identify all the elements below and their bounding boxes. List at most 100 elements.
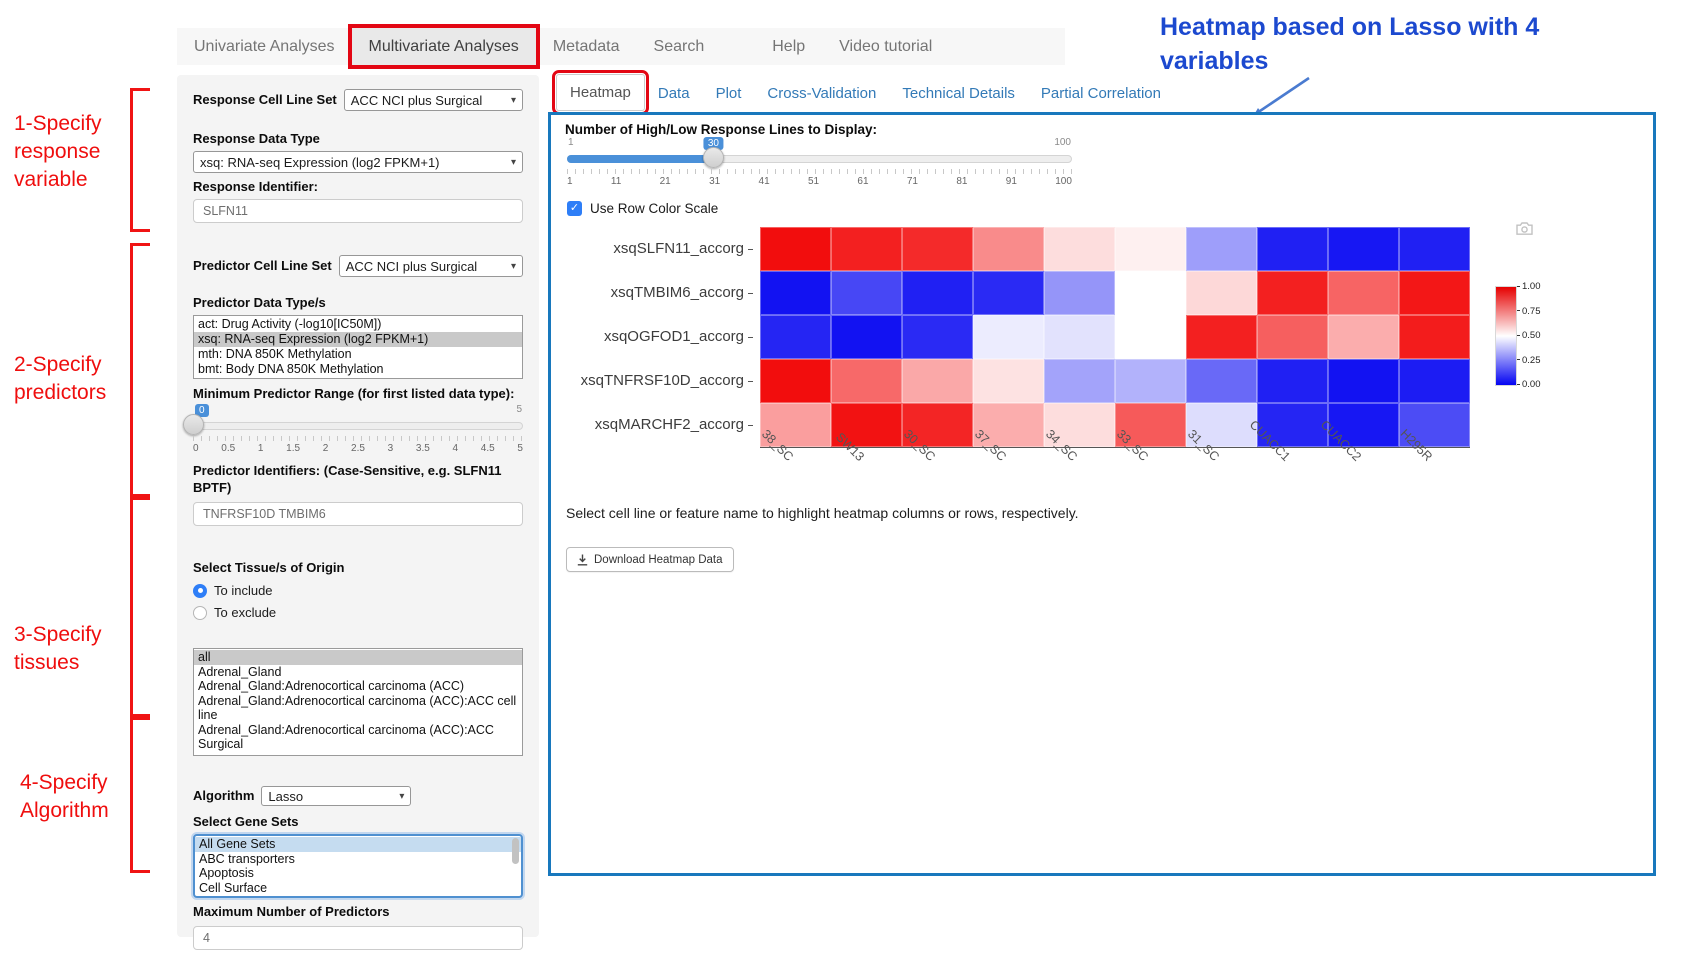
heatmap-row-label[interactable]: xsqMARCHF2_accorg xyxy=(548,416,753,433)
heatmap-cell xyxy=(831,271,902,315)
nav-item-metadata[interactable]: Metadata xyxy=(536,28,637,65)
scrollbar-thumb[interactable] xyxy=(512,838,519,864)
response-cell-line-set-select[interactable]: ACC NCI plus Surgical ▾ xyxy=(344,89,523,111)
predictor-data-type-label: Predictor Data Type/s xyxy=(193,295,523,311)
algorithm-label: Algorithm xyxy=(193,788,254,804)
annotation-heatmap-note: Heatmap based on Lasso with 4 variables xyxy=(1160,10,1620,78)
response-lines-slider[interactable]: 1 100 30 1112131415161718191100 xyxy=(567,139,1072,191)
listbox-option[interactable]: Adrenal_Gland:Adrenocortical carcinoma (… xyxy=(194,679,522,694)
slider-tick-label: 2.5 xyxy=(351,443,365,454)
heatmap-row-label[interactable]: xsqTNFRSF10D_accorg xyxy=(548,372,753,389)
listbox-option[interactable]: Adrenal_Gland:Adrenocortical carcinoma (… xyxy=(194,694,522,723)
heatmap-cell xyxy=(1186,315,1257,359)
slider-tick-label: 11 xyxy=(611,176,621,187)
colorbar-legend xyxy=(1495,286,1517,386)
nav-item-multivariate-analyses[interactable]: Multivariate Analyses xyxy=(352,28,536,65)
chevron-down-icon: ▾ xyxy=(399,791,404,802)
heatmap-cell xyxy=(831,227,902,271)
chevron-down-icon: ▾ xyxy=(511,261,516,272)
tab-cross-validation[interactable]: Cross-Validation xyxy=(754,76,889,111)
heatmap-cell xyxy=(1399,315,1470,359)
step-label-3: 3-Specifytissues xyxy=(14,621,102,677)
heatmap-hint-text: Select cell line or feature name to high… xyxy=(566,505,1079,521)
listbox-option[interactable]: Adrenal_Gland:Adrenocortical carcinoma (… xyxy=(194,723,522,752)
slider-tick-label: 1 xyxy=(567,176,573,187)
heatmap-cell xyxy=(1115,227,1186,271)
radio-unselected-icon[interactable] xyxy=(193,606,207,620)
gene-sets-listbox[interactable]: All Gene SetsABC transportersApoptosisCe… xyxy=(193,834,523,898)
nav-item-search[interactable]: Search xyxy=(637,28,722,65)
control-sidebar: Response Cell Line Set ACC NCI plus Surg… xyxy=(177,75,539,937)
min-predictor-range-slider[interactable]: 5 0 00.511.522.533.544.55 xyxy=(193,406,523,458)
max-predictors-input[interactable]: 4 xyxy=(193,926,523,950)
nav-item-univariate-analyses[interactable]: Univariate Analyses xyxy=(177,28,352,65)
heatmap-cell xyxy=(1399,359,1470,403)
top-navigation: Univariate AnalysesMultivariate Analyses… xyxy=(177,28,1065,65)
listbox-option[interactable]: act: Drug Activity (-log10[IC50M]) xyxy=(194,317,522,332)
app-page: Univariate AnalysesMultivariate Analyses… xyxy=(0,0,1700,956)
listbox-option[interactable]: Cell Surface xyxy=(195,881,521,896)
listbox-option[interactable]: Adrenal_Gland xyxy=(194,665,522,680)
heatmap-grid xyxy=(760,227,1470,447)
listbox-option[interactable]: All Gene Sets xyxy=(195,837,521,852)
select-value: ACC NCI plus Surgical xyxy=(346,259,478,274)
download-button-label: Download Heatmap Data xyxy=(594,554,723,566)
colorbar-tick-label: 1.00 xyxy=(1517,281,1541,292)
tab-partial-correlation[interactable]: Partial Correlation xyxy=(1028,76,1174,111)
heatmap: xsqSLFN11_accorgxsqTMBIM6_accorgxsqOGFOD… xyxy=(760,227,1470,447)
slider-tick-label: 61 xyxy=(857,176,868,187)
heatmap-cell xyxy=(973,227,1044,271)
slider-tick-label: 71 xyxy=(907,176,918,187)
predictor-identifiers-input[interactable]: TNFRSF10D TMBIM6 xyxy=(193,502,523,526)
download-heatmap-data-button[interactable]: Download Heatmap Data xyxy=(566,547,734,572)
slider-fill xyxy=(567,155,713,163)
step-bracket-1 xyxy=(130,88,150,232)
response-identifier-input[interactable]: SLFN11 xyxy=(193,199,523,223)
listbox-option[interactable]: xsq: RNA-seq Expression (log2 FPKM+1) xyxy=(194,332,522,347)
tab-technical-details[interactable]: Technical Details xyxy=(889,76,1028,111)
step-label-4: 4-SpecifyAlgorithm xyxy=(20,769,109,825)
slider-track[interactable] xyxy=(193,422,523,430)
heatmap-cell xyxy=(1328,227,1399,271)
predictor-data-type-listbox[interactable]: act: Drug Activity (-log10[IC50M])xsq: R… xyxy=(193,315,523,379)
response-data-type-select[interactable]: xsq: RNA-seq Expression (log2 FPKM+1) ▾ xyxy=(193,151,523,173)
listbox-option[interactable]: all xyxy=(194,650,522,665)
radio-selected-icon[interactable] xyxy=(193,584,207,598)
heatmap-cell xyxy=(1399,227,1470,271)
slider-max-label: 5 xyxy=(516,404,522,415)
slider-handle[interactable] xyxy=(703,147,724,168)
checkbox-label: Use Row Color Scale xyxy=(590,201,718,216)
algorithm-select[interactable]: Lasso ▾ xyxy=(261,786,411,806)
listbox-option[interactable]: bmt: Body DNA 850K Methylation xyxy=(194,362,522,377)
tab-data[interactable]: Data xyxy=(645,76,703,111)
slider-tick-label: 91 xyxy=(1006,176,1017,187)
nav-item-video-tutorial[interactable]: Video tutorial xyxy=(822,28,949,65)
tissue-listbox[interactable]: allAdrenal_GlandAdrenal_Gland:Adrenocort… xyxy=(193,648,523,756)
heatmap-row-label[interactable]: xsqOGFOD1_accorg xyxy=(548,328,753,345)
checkbox-checked-icon[interactable]: ✓ xyxy=(567,201,582,216)
slider-tick-labels: 00.511.522.533.544.55 xyxy=(193,443,523,454)
camera-icon[interactable] xyxy=(1515,221,1534,236)
slider-tick-label: 21 xyxy=(660,176,671,187)
slider-tick-label: 2 xyxy=(323,443,329,454)
listbox-option[interactable]: Apoptosis xyxy=(195,866,521,881)
radio-to-exclude[interactable]: To exclude xyxy=(193,605,523,620)
listbox-option[interactable]: ABC transporters xyxy=(195,852,521,867)
radio-to-include[interactable]: To include xyxy=(193,583,523,598)
listbox-option[interactable]: mth: DNA 850K Methylation xyxy=(194,347,522,362)
predictor-cell-line-set-select[interactable]: ACC NCI plus Surgical ▾ xyxy=(339,255,523,277)
slider-tick-label: 3.5 xyxy=(416,443,430,454)
select-value: xsq: RNA-seq Expression (log2 FPKM+1) xyxy=(200,155,440,170)
heatmap-row-label[interactable]: xsqSLFN11_accorg xyxy=(548,240,753,257)
tab-heatmap[interactable]: Heatmap xyxy=(556,74,645,111)
tab-plot[interactable]: Plot xyxy=(703,76,755,111)
slider-tick-label: 81 xyxy=(956,176,967,187)
row-color-scale-checkbox-row[interactable]: ✓ Use Row Color Scale xyxy=(567,201,718,216)
heatmap-cell xyxy=(902,227,973,271)
nav-item-help[interactable]: Help xyxy=(755,28,822,65)
slider-handle[interactable] xyxy=(183,414,204,435)
heatmap-cell xyxy=(831,315,902,359)
heatmap-row-label[interactable]: xsqTMBIM6_accorg xyxy=(548,284,753,301)
download-icon xyxy=(577,554,588,566)
slider-tick-label: 1 xyxy=(258,443,264,454)
